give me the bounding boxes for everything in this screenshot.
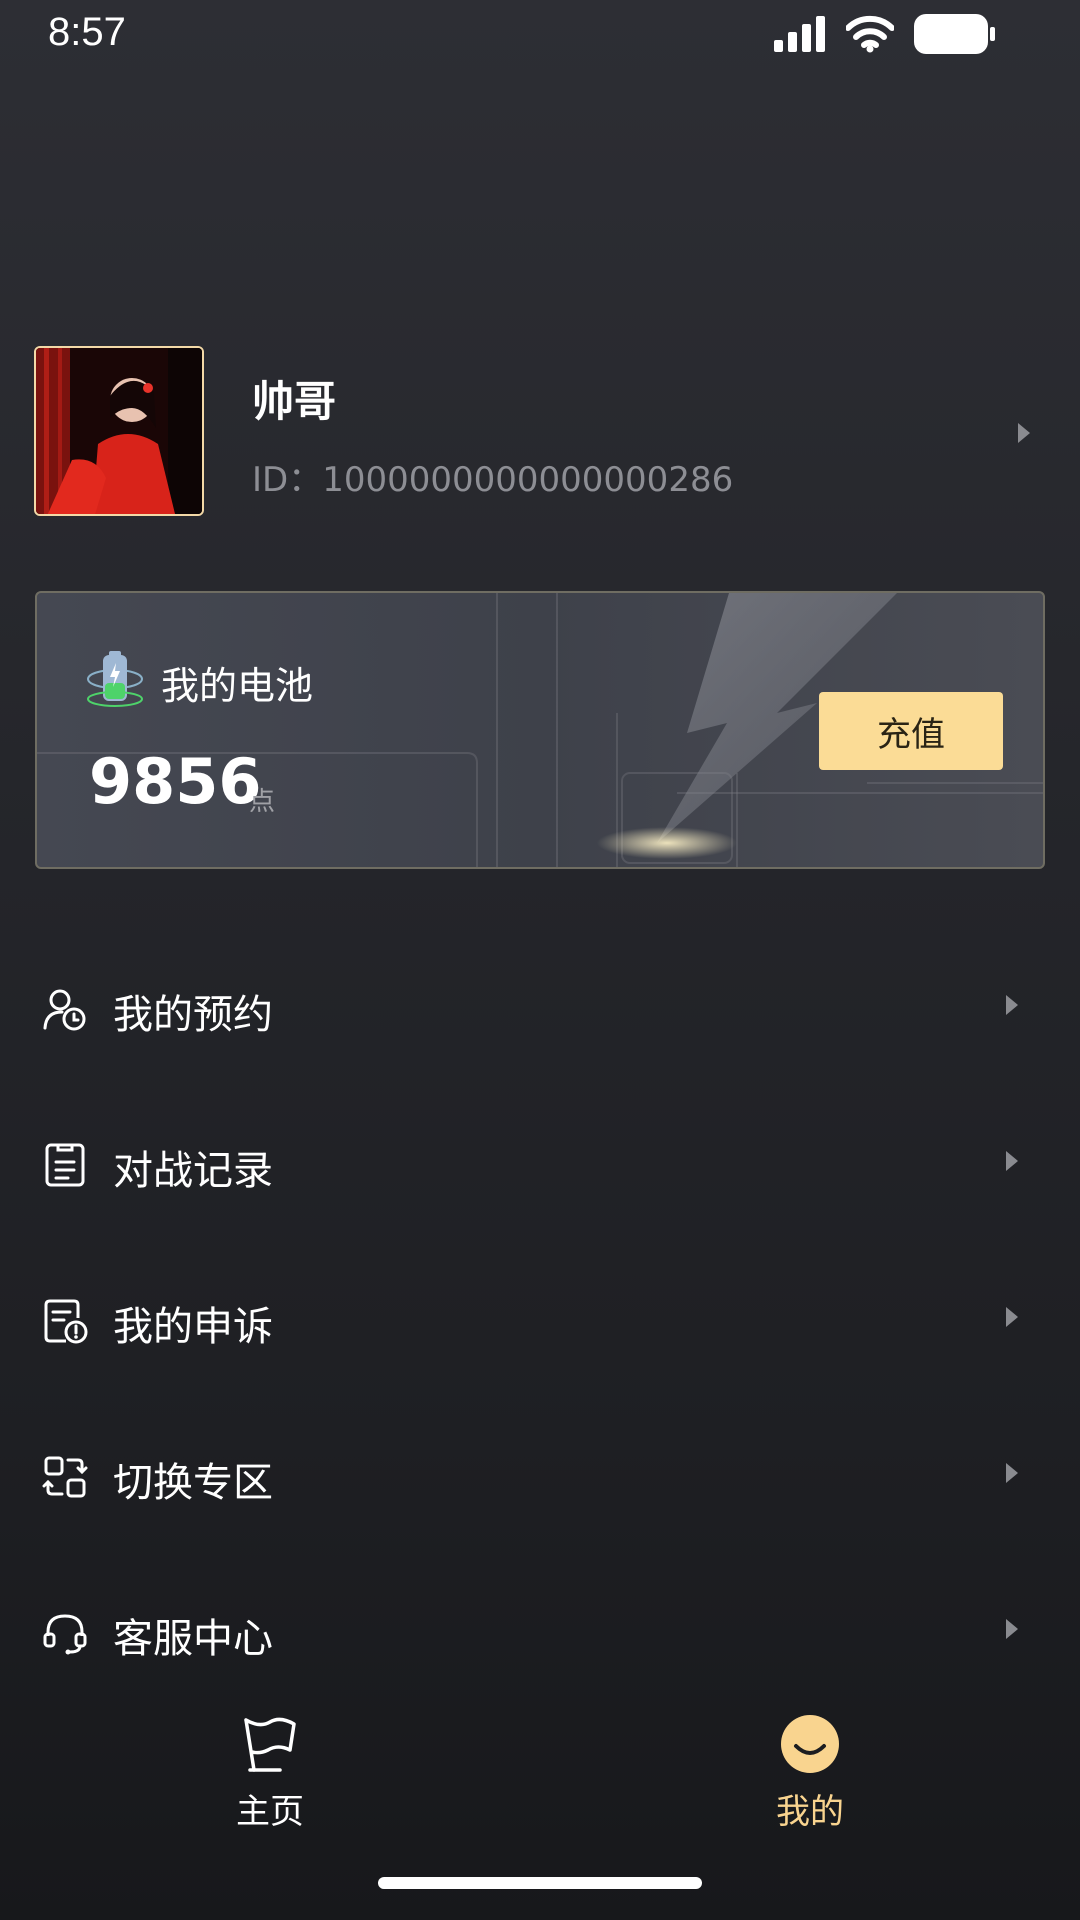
signal-icon <box>774 16 825 52</box>
menu-item-switch-zone[interactable]: 切换专区 <box>0 1398 1080 1554</box>
switch-zone-icon <box>42 1456 88 1498</box>
chevron-right-icon <box>1006 995 1018 1015</box>
headset-icon <box>43 1614 87 1655</box>
tab-mine-label: 我的 <box>776 1792 844 1832</box>
menu-label-reservations: 我的预约 <box>113 992 273 1038</box>
tab-mine[interactable]: 我的 <box>710 1700 910 1850</box>
menu-label-battle-records: 对战记录 <box>113 1148 273 1194</box>
chevron-right-icon <box>1006 1619 1018 1639</box>
battery-value: 9856 <box>89 745 262 818</box>
wifi-icon <box>846 15 894 53</box>
tab-home-label: 主页 <box>236 1792 304 1832</box>
chevron-right-icon <box>1006 1307 1018 1327</box>
user-clock-icon <box>43 989 86 1031</box>
recharge-button[interactable]: 充值 <box>819 692 1003 770</box>
menu-label-switch-zone: 切换专区 <box>113 1460 273 1506</box>
menu-item-appeals[interactable]: 我的申诉 <box>0 1242 1080 1398</box>
battery-icon <box>87 651 143 707</box>
battery-card: 我的电池 9856 点 充值 <box>35 591 1045 869</box>
battery-unit: 点 <box>249 787 276 817</box>
menu-item-reservations[interactable]: 我的预约 <box>0 930 1080 1086</box>
menu-item-battle-records[interactable]: 对战记录 <box>0 1086 1080 1242</box>
chevron-right-icon[interactable] <box>1016 422 1032 444</box>
chevron-right-icon <box>1006 1463 1018 1483</box>
status-icons <box>774 14 996 54</box>
document-alert-icon <box>44 1299 88 1344</box>
tab-home[interactable]: 主页 <box>170 1700 370 1850</box>
battery-status-icon <box>914 14 995 54</box>
home-indicator[interactable] <box>378 1877 702 1889</box>
menu-label-customer-service: 客服中心 <box>113 1616 273 1662</box>
avatar[interactable] <box>34 346 204 516</box>
nickname: 帅哥 <box>252 377 337 426</box>
battery-title: 我的电池 <box>161 664 314 708</box>
user-id: ID：1000000000000000286 <box>252 460 734 500</box>
status-time: 8:57 <box>48 10 126 54</box>
menu-item-customer-service[interactable]: 客服中心 <box>0 1554 1080 1710</box>
menu-label-appeals: 我的申诉 <box>113 1304 273 1350</box>
avatar-image <box>36 348 202 514</box>
smile-icon <box>781 1715 839 1773</box>
flag-icon <box>244 1717 296 1772</box>
document-list-icon <box>45 1143 85 1187</box>
profile-header[interactable]: 帅哥 ID：1000000000000000286 <box>34 346 1046 518</box>
chevron-right-icon <box>1006 1151 1018 1171</box>
menu-list: 我的预约 对战记录 我的申诉 切换专区 客服中心 <box>0 930 1080 1710</box>
status-bar: 8:57 <box>0 0 1080 70</box>
bottom-tab-bar: 主页 我的 <box>0 1700 1080 1860</box>
